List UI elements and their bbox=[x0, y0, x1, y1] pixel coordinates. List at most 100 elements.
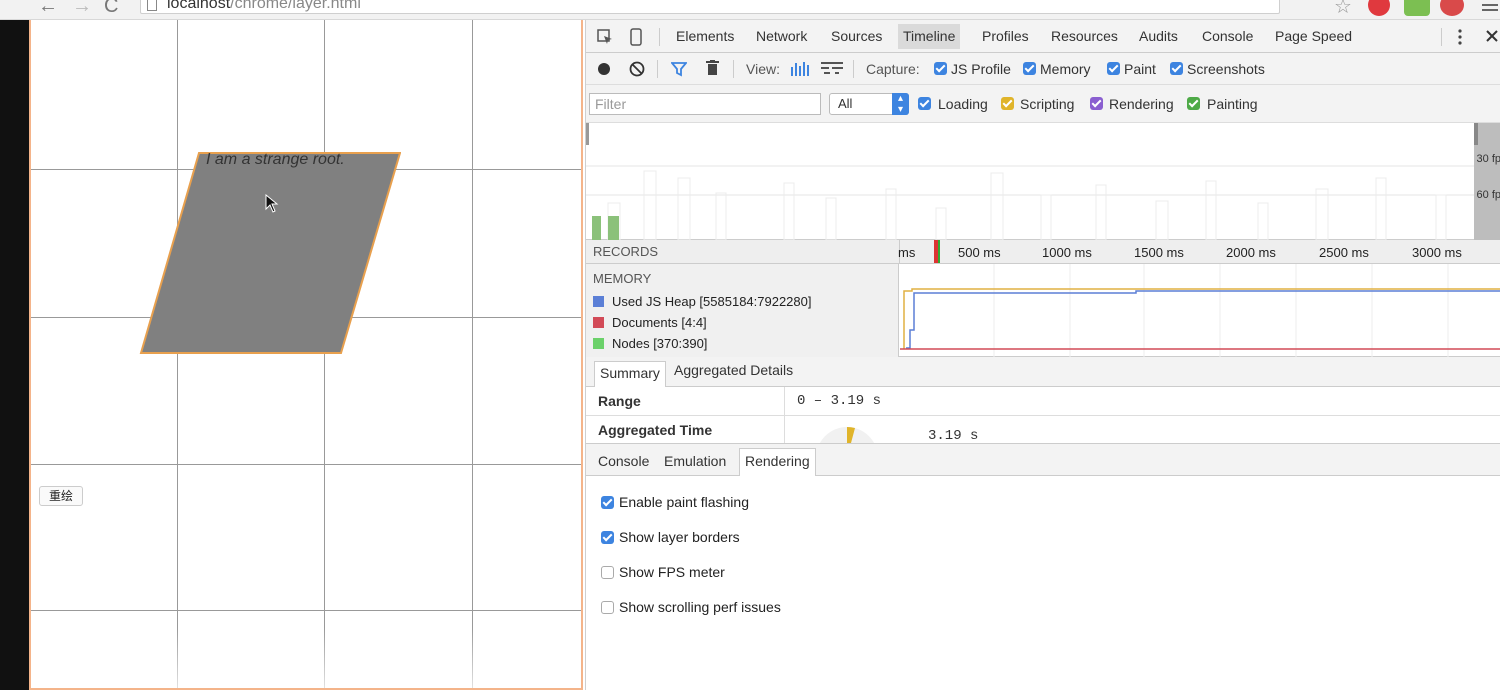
record-icon[interactable] bbox=[597, 62, 611, 76]
pinterest-extension-icon[interactable] bbox=[1368, 0, 1390, 16]
layer-border bbox=[31, 610, 581, 611]
filter-bar: All ▴▾ Loading Scripting Rendering Paint… bbox=[586, 85, 1500, 123]
extension-icon[interactable] bbox=[1440, 0, 1464, 16]
tab-page-speed[interactable]: Page Speed bbox=[1275, 28, 1352, 44]
browser-toolbar: ← → C localhost/chrome/layer.html ☆ bbox=[0, 0, 1500, 20]
tab-summary[interactable]: Summary bbox=[594, 361, 666, 387]
show-fps-meter-label: Show FPS meter bbox=[619, 564, 725, 580]
rendering-panel: Enable paint flashing Show layer borders… bbox=[586, 476, 1500, 690]
time-tick: ms bbox=[898, 245, 916, 260]
painting-label: Painting bbox=[1207, 96, 1258, 112]
tab-resources[interactable]: Resources bbox=[1051, 28, 1118, 44]
capture-screenshots-checkbox[interactable] bbox=[1170, 62, 1183, 75]
time-tick: 2500 ms bbox=[1319, 245, 1369, 260]
url-host: localhost bbox=[167, 0, 231, 12]
painting-checkbox[interactable] bbox=[1187, 97, 1200, 110]
clear-icon[interactable] bbox=[629, 61, 645, 77]
summary-row: Range 0 – 3.19 s bbox=[586, 387, 1500, 416]
device-mode-icon[interactable] bbox=[630, 28, 642, 46]
view-flame-icon[interactable] bbox=[821, 62, 843, 75]
category-select[interactable]: All ▴ ▾ bbox=[829, 93, 909, 115]
capture-js-profile-label: JS Profile bbox=[951, 61, 1011, 77]
memory-legend-item[interactable]: Used JS Heap [5585184:7922280] bbox=[593, 294, 812, 309]
time-tick: 1500 ms bbox=[1134, 245, 1184, 260]
mouse-cursor-icon bbox=[265, 194, 279, 213]
time-tick: 500 ms bbox=[958, 245, 1001, 260]
tab-drawer-console[interactable]: Console bbox=[598, 453, 649, 469]
inspect-element-icon[interactable] bbox=[597, 29, 613, 45]
range-value: 0 – 3.19 s bbox=[797, 393, 882, 409]
loading-checkbox[interactable] bbox=[918, 97, 931, 110]
beta-extension-icon[interactable] bbox=[1404, 0, 1430, 16]
star-icon[interactable]: ☆ bbox=[1334, 0, 1352, 19]
enable-paint-flashing-option[interactable]: Enable paint flashing bbox=[601, 494, 749, 510]
memory-legend-item[interactable]: Nodes [370:390] bbox=[593, 336, 707, 351]
layer-border bbox=[472, 20, 473, 688]
show-fps-meter-checkbox[interactable] bbox=[601, 566, 614, 579]
filter-icon[interactable] bbox=[671, 61, 687, 77]
window-edge bbox=[0, 20, 29, 690]
category-select-value: All bbox=[838, 96, 853, 111]
rendering-checkbox[interactable] bbox=[1090, 97, 1103, 110]
root-element-text: I am a strange root. bbox=[206, 151, 345, 168]
capture-label: Capture: bbox=[866, 61, 920, 77]
address-bar[interactable]: localhost/chrome/layer.html bbox=[140, 0, 1280, 14]
tab-profiles[interactable]: Profiles bbox=[982, 28, 1029, 44]
tab-console[interactable]: Console bbox=[1202, 28, 1253, 44]
tab-aggregated-details[interactable]: Aggregated Details bbox=[674, 362, 793, 378]
close-devtools-icon[interactable] bbox=[1486, 30, 1498, 42]
select-arrows-icon: ▴ ▾ bbox=[892, 93, 909, 115]
rendering-label: Rendering bbox=[1109, 96, 1174, 112]
devtools-tab-bar: Elements Network Sources Timeline Profil… bbox=[586, 20, 1500, 53]
page-fade bbox=[31, 628, 581, 688]
loading-label: Loading bbox=[938, 96, 988, 112]
show-scrolling-perf-checkbox[interactable] bbox=[601, 601, 614, 614]
tab-drawer-rendering[interactable]: Rendering bbox=[739, 448, 816, 476]
show-fps-meter-option[interactable]: Show FPS meter bbox=[601, 564, 725, 580]
forward-icon[interactable]: → bbox=[72, 0, 92, 18]
enable-paint-flashing-checkbox[interactable] bbox=[601, 496, 614, 509]
time-tick: 1000 ms bbox=[1042, 245, 1092, 260]
tab-audits[interactable]: Audits bbox=[1139, 28, 1178, 44]
view-bars-icon[interactable] bbox=[790, 61, 810, 76]
memory-legend-item[interactable]: Documents [4:4] bbox=[593, 315, 707, 330]
reload-icon[interactable]: C bbox=[104, 0, 118, 18]
timeline-overview[interactable]: 30 fp 60 fp bbox=[586, 123, 1500, 240]
time-tick: 2000 ms bbox=[1226, 245, 1276, 260]
capture-paint-checkbox[interactable] bbox=[1107, 62, 1120, 75]
repaint-button[interactable]: 重绘 bbox=[39, 486, 83, 506]
time-tick: 3000 ms bbox=[1412, 245, 1462, 260]
show-scrolling-perf-option[interactable]: Show scrolling perf issues bbox=[601, 599, 781, 615]
more-options-icon[interactable] bbox=[1458, 29, 1462, 45]
tab-network[interactable]: Network bbox=[756, 28, 807, 44]
nodes-label: Nodes [370:390] bbox=[612, 336, 708, 351]
records-label: RECORDS bbox=[593, 244, 659, 259]
back-icon[interactable]: ← bbox=[38, 0, 58, 18]
tab-timeline[interactable]: Timeline bbox=[898, 24, 961, 49]
trash-icon[interactable] bbox=[706, 60, 719, 76]
show-layer-borders-checkbox[interactable] bbox=[601, 531, 614, 544]
chrome-menu-icon[interactable] bbox=[1478, 0, 1500, 16]
show-scrolling-perf-label: Show scrolling perf issues bbox=[619, 599, 781, 615]
tab-sources[interactable]: Sources bbox=[831, 28, 882, 44]
fps-60-label: 60 fp bbox=[1476, 189, 1500, 201]
tab-drawer-emulation[interactable]: Emulation bbox=[664, 453, 726, 469]
enable-paint-flashing-label: Enable paint flashing bbox=[619, 494, 749, 510]
records-header: RECORDS ms 500 ms 1000 ms 1500 ms 2000 m… bbox=[586, 240, 1500, 264]
page-icon bbox=[147, 0, 157, 11]
range-label: Range bbox=[598, 393, 641, 409]
capture-js-profile-checkbox[interactable] bbox=[934, 62, 947, 75]
aggregated-time-label: Aggregated Time bbox=[598, 422, 713, 438]
show-layer-borders-option[interactable]: Show layer borders bbox=[601, 529, 740, 545]
scripting-label: Scripting bbox=[1020, 96, 1075, 112]
capture-memory-checkbox[interactable] bbox=[1023, 62, 1036, 75]
js-heap-label: Used JS Heap [5585184:7922280] bbox=[612, 294, 812, 309]
tab-elements[interactable]: Elements bbox=[676, 28, 734, 44]
aggregated-time-pie bbox=[819, 426, 875, 443]
memory-panel: MEMORY Used JS Heap [5585184:7922280] Do… bbox=[586, 264, 1500, 357]
drawer-tab-bar: Console Emulation Rendering bbox=[586, 444, 1500, 476]
memory-label: MEMORY bbox=[593, 271, 652, 286]
filter-input[interactable] bbox=[589, 93, 821, 115]
scripting-checkbox[interactable] bbox=[1001, 97, 1014, 110]
memory-graph bbox=[900, 264, 1500, 357]
